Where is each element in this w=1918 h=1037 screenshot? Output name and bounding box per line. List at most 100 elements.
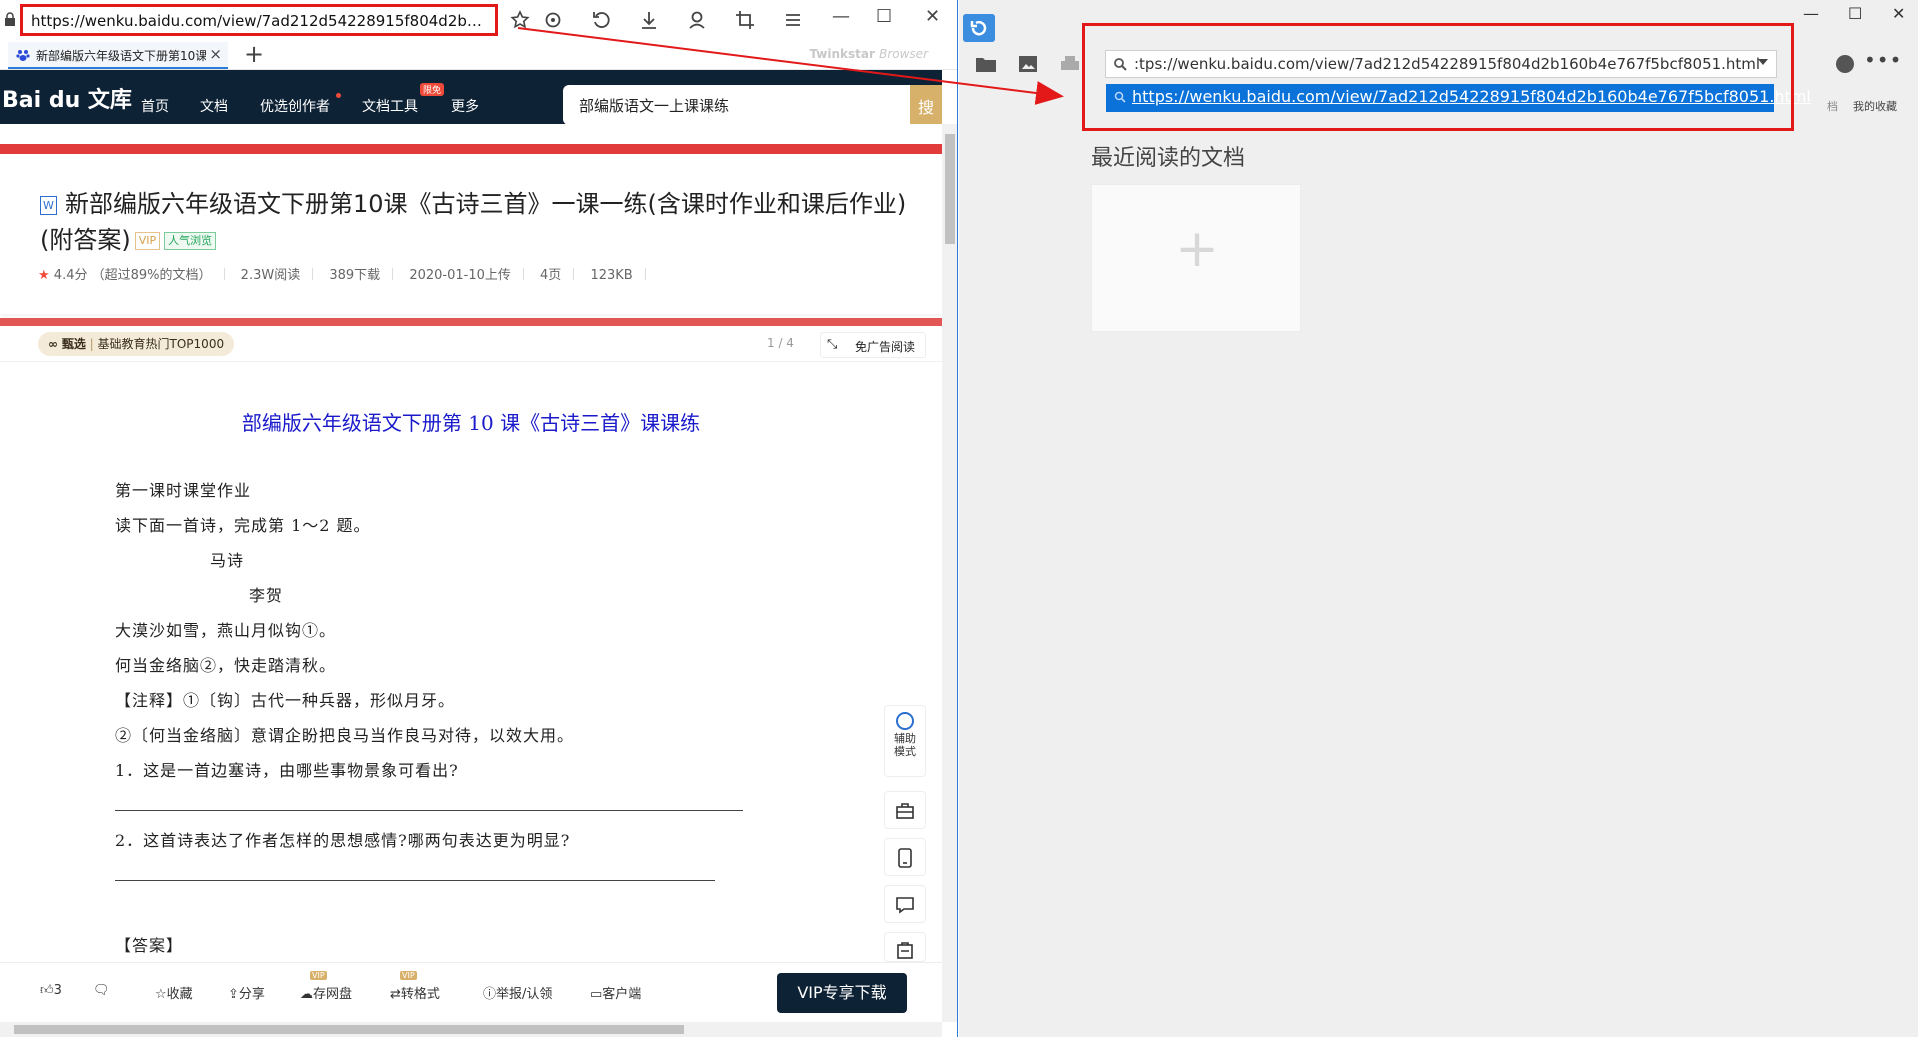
horizontal-scrollbar[interactable]: [0, 1022, 942, 1037]
vip-mini-badge: VIP: [310, 971, 327, 980]
doc-label[interactable]: 档: [1827, 98, 1838, 114]
bottom-action-bar: 👍︎3 🗨︎ ☆收藏 ⇪分享 VIP ☁存网盘 VIP ⇄转格式 ⓘ举报/认领 ▭客…: [0, 962, 942, 1022]
vip-tag: VIP: [134, 232, 161, 250]
file-size: 123KB: [590, 268, 633, 283]
select-badge[interactable]: ∞ 甄选 | 基础教育热门TOP1000: [38, 332, 235, 356]
address-toolbar: https://wenku.baidu.com/view/7ad212d5422…: [0, 0, 957, 40]
tab-strip: 新部编版六年级语文下册第10课 × + Twinkstar Browser: [0, 40, 957, 70]
tab-close-icon[interactable]: ×: [209, 45, 222, 63]
lock-icon: [5, 12, 15, 26]
crop-icon[interactable]: [733, 8, 757, 32]
wenku-logo[interactable]: Bai du 文库: [2, 82, 132, 114]
doc-line: 大漠沙如雪，燕山月似钩①。: [115, 621, 337, 640]
comment-bubble-icon: 🗨︎: [93, 983, 110, 998]
select-note: 基础教育热门TOP1000: [97, 337, 225, 351]
like-button[interactable]: 👍︎3: [40, 983, 62, 998]
minimize-button[interactable]: —: [1803, 4, 1819, 23]
close-button[interactable]: ✕: [925, 6, 949, 30]
left-browser-window: https://wenku.baidu.com/view/7ad212d5422…: [0, 0, 958, 1037]
answer-blank: [115, 810, 743, 811]
free-badge: 限免: [420, 83, 445, 96]
doc-content: 部编版六年级语文下册第 10 课《古诗三首》课课练 第一课时课堂作业 读下面一首…: [0, 362, 942, 962]
doc-heading: 部编版六年级语文下册第 10 课《古诗三首》课课练: [241, 411, 701, 435]
star-icon[interactable]: [508, 8, 532, 32]
convert-button[interactable]: VIP ⇄转格式: [390, 971, 440, 1002]
user-icon[interactable]: [685, 8, 709, 32]
doc-header: W 新部编版六年级语文下册第10课《古诗三首》一课一练(含课时作业和课后作业)(附…: [0, 124, 942, 326]
reads: 2.3W阅读: [240, 268, 301, 283]
undo-icon[interactable]: [589, 8, 613, 32]
decor-stripe: [0, 144, 942, 154]
comment-button[interactable]: 🗨︎: [93, 983, 110, 998]
search-button[interactable]: 搜: [910, 85, 942, 125]
account-icon[interactable]: [1836, 55, 1854, 73]
nav-docs[interactable]: 文档: [200, 96, 228, 116]
clipboard-icon[interactable]: [884, 932, 926, 962]
vip-download-button[interactable]: VIP专享下载: [777, 973, 907, 1013]
print-icon[interactable]: [1059, 54, 1081, 74]
plus-icon: +: [1175, 219, 1219, 279]
rating: 4.4分: [53, 268, 88, 283]
monitor-icon: ▭: [590, 987, 603, 1002]
nav-doc-tools[interactable]: 文档工具: [362, 96, 418, 116]
right-app-window: — ☐ ✕ :tps://wenku.baidu.com/view/7ad212…: [959, 0, 1918, 1037]
mobile-icon[interactable]: [884, 838, 926, 876]
tab-title: 新部编版六年级语文下册第10课: [36, 49, 206, 63]
nav-creators[interactable]: 优选创作者: [260, 96, 330, 116]
doc-line: 2．这首诗表达了作者怎样的思想感情?哪两句表达更为明显?: [115, 831, 571, 850]
decor-stripe-bottom: [0, 318, 942, 326]
nav-more[interactable]: 更多: [451, 96, 479, 116]
assist-label: 辅助模式: [894, 732, 916, 758]
collect-button[interactable]: ☆收藏: [155, 983, 193, 1002]
client-button[interactable]: ▭客户端: [590, 983, 641, 1002]
nav-home[interactable]: 首页: [141, 96, 169, 116]
brand-name: Twinkstar: [809, 47, 875, 61]
download-icon[interactable]: [637, 8, 661, 32]
vip-mini-badge: VIP: [400, 971, 417, 980]
search-box[interactable]: 部编版语文一上课课练 搜: [563, 85, 942, 125]
popular-tag: 人气浏览: [164, 232, 217, 250]
new-tab-button[interactable]: +: [244, 40, 264, 68]
doc-line: 【注释】①〔钩〕古代一种兵器，形似月牙。: [115, 691, 456, 710]
infinity-icon: ∞: [48, 337, 58, 351]
add-document-card[interactable]: +: [1091, 184, 1301, 332]
more-menu-icon[interactable]: •••: [1864, 48, 1902, 72]
doc-line: ②〔何当金络脑〕意谓企盼把良马当作良马对待，以效大用。: [115, 726, 575, 745]
my-collection-link[interactable]: 我的收藏: [1853, 98, 1897, 114]
upload-date: 2020-01-10上传: [409, 268, 511, 283]
downloads: 389下载: [329, 268, 381, 283]
adfree-button[interactable]: ⤡ 免广告阅读: [820, 332, 926, 358]
wenku-nav: Bai du 文库 首页 文档 优选创作者 文档工具 限免 更多 部编版语文一上…: [0, 70, 942, 125]
scroll-thumb[interactable]: [14, 1025, 684, 1034]
brand-suffix: Browser: [879, 47, 928, 61]
doc-line: 1．这是一首边塞诗，由哪些事物景象可看出?: [115, 761, 459, 780]
briefcase-icon[interactable]: [884, 791, 926, 829]
search-input[interactable]: 部编版语文一上课课练: [579, 95, 729, 116]
close-button[interactable]: ✕: [1892, 4, 1905, 23]
scroll-thumb[interactable]: [945, 134, 955, 244]
select-label: 甄选: [61, 337, 86, 351]
tab-wenku[interactable]: 新部编版六年级语文下册第10课 ×: [8, 42, 228, 69]
save-cloud-button[interactable]: VIP ☁存网盘: [300, 971, 352, 1002]
menu-icon[interactable]: [781, 8, 805, 32]
maximize-button[interactable]: ☐: [1848, 4, 1862, 23]
like-count: 3: [53, 983, 62, 998]
vertical-scrollbar[interactable]: [942, 124, 957, 1022]
comment-icon[interactable]: [884, 885, 926, 923]
assist-mode-button[interactable]: 辅助模式: [884, 705, 926, 777]
minimize-button[interactable]: —: [832, 6, 856, 30]
baidu-paw-icon: [16, 50, 30, 61]
address-text[interactable]: https://wenku.baidu.com/view/7ad212d5422…: [31, 12, 486, 30]
refresh-icon[interactable]: [541, 8, 565, 32]
client-label: 客户端: [602, 987, 642, 1002]
address-bar[interactable]: https://wenku.baidu.com/view/7ad212d5422…: [20, 4, 498, 36]
doc-info-card: W 新部编版六年级语文下册第10课《古诗三首》一课一练(含课时作业和课后作业)(附…: [0, 154, 942, 314]
answer-blank: [115, 880, 715, 881]
image-icon[interactable]: [1017, 54, 1039, 74]
report-button[interactable]: ⓘ举报/认领: [483, 983, 552, 1002]
maximize-button[interactable]: ☐: [876, 6, 900, 30]
folder-icon[interactable]: [975, 54, 997, 74]
share-button[interactable]: ⇪分享: [228, 983, 265, 1002]
star-rating-icon: ★: [38, 268, 50, 283]
doc-line: 李贺: [249, 586, 284, 605]
